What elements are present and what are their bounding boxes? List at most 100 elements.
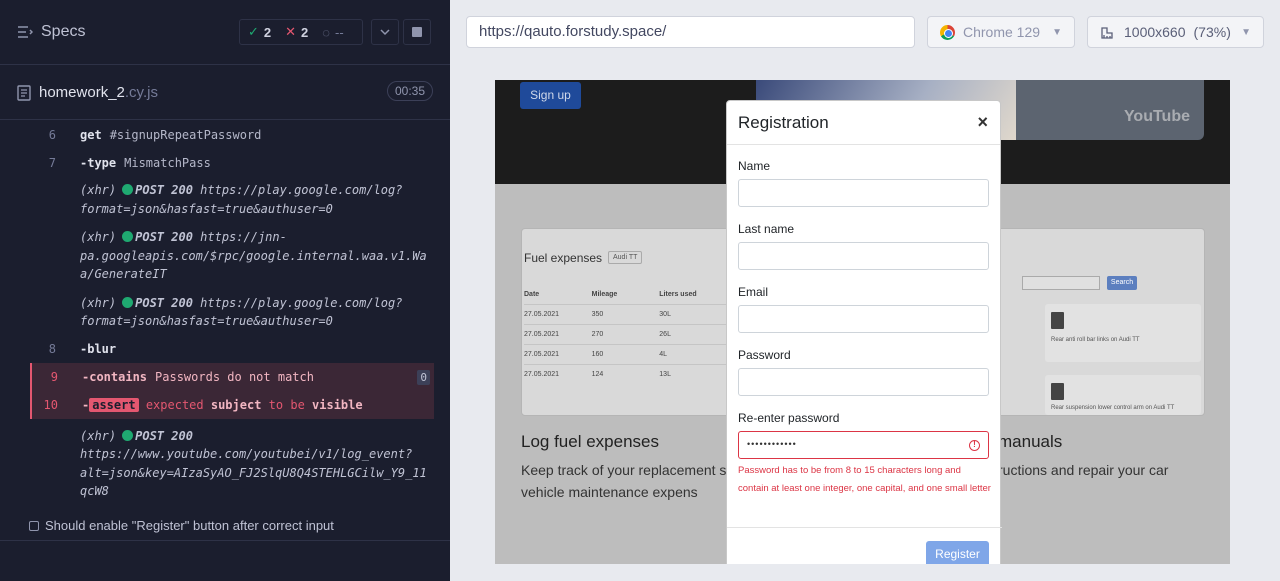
specs-button[interactable]: Specs bbox=[17, 23, 85, 41]
password-error: Password has to be from 8 to 15 characte… bbox=[738, 465, 991, 494]
command-arg: Passwords do not match bbox=[155, 369, 314, 384]
manual-select bbox=[1022, 276, 1100, 290]
xhr-url: https://play.google.com/log? bbox=[200, 183, 403, 197]
chrome-icon bbox=[940, 24, 955, 40]
ruler-icon bbox=[1101, 27, 1113, 39]
chevron-down-icon: ▼ bbox=[1052, 26, 1062, 38]
repeat-password-field[interactable]: •••••••••••• ! bbox=[738, 431, 989, 459]
register-button[interactable]: Register bbox=[926, 541, 989, 564]
feature-text: ructions and repair your car bbox=[998, 462, 1169, 478]
chevron-down-button[interactable] bbox=[371, 19, 399, 45]
command-name: get bbox=[80, 128, 102, 142]
element-count-badge: 0 bbox=[417, 369, 430, 385]
xhr-url: https://play.google.com/log? bbox=[200, 295, 403, 310]
search-button: Search bbox=[1107, 276, 1137, 290]
close-icon[interactable]: × bbox=[977, 112, 988, 133]
command-name: -type bbox=[80, 156, 117, 170]
modal-footer bbox=[727, 527, 1002, 528]
xhr-method: POST 200 bbox=[135, 295, 193, 310]
passed-count: ✓ 2 bbox=[248, 24, 272, 40]
assert-text: expected bbox=[145, 397, 204, 412]
file-basename: homework_2 bbox=[39, 84, 125, 101]
command-row[interactable]: 7 -type MismatchPass bbox=[30, 149, 434, 177]
xhr-log-entry[interactable]: (xhr) POST 200 https://www.youtube.com/you… bbox=[30, 419, 434, 507]
command-arg: MismatchPass bbox=[124, 156, 211, 170]
registration-modal: Registration × Name Last name Email Pass… bbox=[726, 100, 1002, 564]
xhr-prefix: (xhr) bbox=[80, 295, 117, 310]
chevron-down-icon bbox=[380, 29, 390, 36]
car-select: Audi TT bbox=[608, 251, 643, 264]
command-name: -contains bbox=[82, 369, 148, 384]
check-icon: ✓ bbox=[248, 24, 259, 39]
xhr-url: https://jnn- bbox=[200, 230, 287, 244]
duration-badge: 00:35 bbox=[386, 81, 433, 101]
lastname-label: Last name bbox=[738, 222, 795, 236]
document-icon bbox=[17, 84, 31, 101]
xhr-url: qcW8 bbox=[80, 484, 109, 498]
command-row[interactable]: 6 get #signupRepeatPassword bbox=[30, 121, 434, 149]
xhr-log-entry[interactable]: (xhr) POST 200 https://play.google.com/lo… bbox=[30, 177, 434, 224]
error-icon: ! bbox=[969, 440, 980, 451]
name-label: Name bbox=[738, 159, 771, 173]
pdf-icon bbox=[1051, 312, 1064, 329]
password-field[interactable] bbox=[738, 368, 989, 396]
xhr-url: alt=json&key=AIzaSyAO_FJ2SlqU8Q4STEHLGCi… bbox=[80, 465, 427, 480]
command-row[interactable]: 8 -blur bbox=[30, 337, 434, 363]
password-value: •••••••••••• bbox=[747, 439, 797, 449]
name-field[interactable] bbox=[738, 179, 989, 207]
specs-list-icon bbox=[18, 26, 33, 38]
xhr-log-entry[interactable]: (xhr) POST 200 https://play.google.com/lo… bbox=[30, 290, 434, 337]
spinner-icon: ◌ bbox=[322, 24, 331, 40]
pending-count: ◌ -- bbox=[322, 24, 344, 40]
viewport-zoom: (73%) bbox=[1193, 24, 1231, 40]
browser-name: Chrome 129 bbox=[963, 24, 1041, 40]
file-ext: .cy.js bbox=[124, 84, 158, 101]
status-dot-icon bbox=[122, 231, 134, 242]
modal-title: Registration bbox=[738, 113, 829, 132]
next-test-item[interactable]: Should enable "Register" button after co… bbox=[29, 518, 334, 533]
fuel-table: Date Mileage Liters used 27.05.2021 350 30L … bbox=[524, 284, 729, 384]
command-arg: #signupRepeatPassword bbox=[109, 128, 262, 142]
pdf-icon bbox=[1051, 383, 1064, 400]
status-dot-icon bbox=[122, 429, 134, 441]
manual-tile: Rear suspension lower control arm on Aud… bbox=[1045, 375, 1201, 415]
status-dot-icon bbox=[122, 184, 134, 195]
stop-button[interactable] bbox=[403, 19, 431, 45]
failed-command-row[interactable]: 9 -contains Passwords do not match 0 bbox=[30, 362, 434, 391]
lastname-field[interactable] bbox=[738, 242, 989, 270]
xhr-method: POST 200 bbox=[135, 230, 193, 244]
assert-text: to be bbox=[268, 397, 305, 412]
spec-file-name[interactable]: homework_2.cy.js bbox=[17, 84, 158, 101]
xhr-prefix: (xhr) bbox=[80, 230, 117, 244]
browser-selector[interactable]: Chrome 129 ▼ bbox=[927, 16, 1075, 48]
url-bar[interactable]: https://qauto.forstudy.space/ bbox=[466, 16, 915, 48]
runner-header: Specs ✓ 2 ✕ 2 ◌ -- bbox=[0, 0, 450, 65]
command-number: 9 bbox=[50, 369, 58, 384]
email-label: Email bbox=[738, 285, 769, 299]
command-number: 8 bbox=[48, 341, 56, 356]
failed-count: ✕ 2 bbox=[285, 24, 309, 40]
stop-icon bbox=[412, 27, 422, 37]
assert-text: visible bbox=[312, 397, 363, 412]
xhr-log-entry[interactable]: (xhr) POST 200 https://jnn-pa.googleapis.… bbox=[30, 224, 434, 290]
email-field[interactable] bbox=[738, 305, 989, 333]
status-dot-icon bbox=[122, 296, 134, 308]
repeat-password-label: Re-enter password bbox=[738, 411, 840, 425]
command-log[interactable]: 6 get #signupRepeatPassword 7 -type Mismat… bbox=[30, 121, 434, 501]
viewport-info[interactable]: 1000x660 (73%) ▼ bbox=[1087, 16, 1264, 48]
test-title: Should enable "Register" button after co… bbox=[45, 518, 334, 533]
checkbox-icon bbox=[29, 520, 39, 531]
assert-badge: assert bbox=[89, 397, 139, 412]
feature-heading: manuals bbox=[998, 432, 1063, 451]
command-number: 7 bbox=[48, 156, 56, 170]
xhr-method: POST 200 bbox=[135, 428, 193, 443]
modal-header: Registration × bbox=[727, 101, 1000, 145]
signup-button[interactable]: Sign up bbox=[520, 82, 581, 109]
viewport-size: 1000x660 bbox=[1124, 24, 1186, 40]
browser-preview: https://qauto.forstudy.space/ Chrome 129… bbox=[450, 0, 1280, 581]
xhr-url: format=json&hasfast=true&authuser=0 bbox=[80, 314, 333, 328]
command-number: 6 bbox=[48, 128, 56, 142]
assert-text: subject bbox=[210, 397, 262, 412]
failed-assert-row[interactable]: 10 - assert expected subject to be visibl… bbox=[30, 390, 434, 419]
xhr-url: pa.googleapis.com/$rpc/google.internal.w… bbox=[80, 248, 427, 263]
